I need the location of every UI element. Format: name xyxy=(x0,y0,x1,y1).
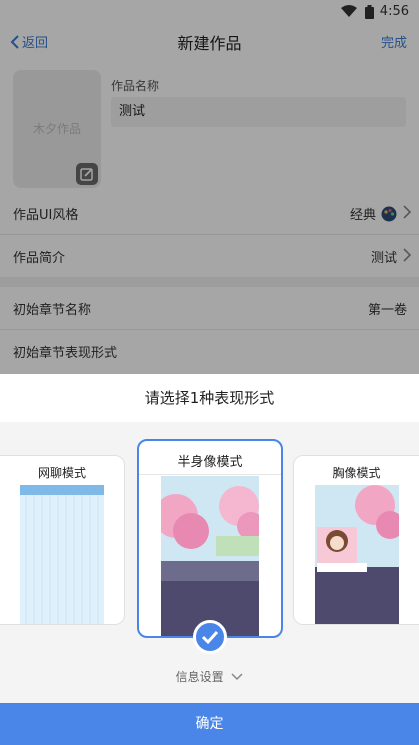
bust-mode-preview xyxy=(315,485,399,624)
mode-label: 半身像模式 xyxy=(177,455,243,470)
selected-check-icon xyxy=(193,620,227,654)
mode-label: 胸像模式 xyxy=(332,466,381,480)
chevron-down-icon xyxy=(231,673,243,681)
mode-label: 网聊模式 xyxy=(37,466,86,480)
confirm-button[interactable]: 确定 xyxy=(0,703,419,745)
divider xyxy=(139,474,281,475)
info-settings-label: 信息设置 xyxy=(175,670,224,684)
mode-card-half-body[interactable]: 半身像模式 xyxy=(137,439,283,638)
chat-mode-preview xyxy=(20,485,104,624)
info-settings-toggle[interactable]: 信息设置 xyxy=(0,668,419,685)
mode-card-chat[interactable]: 网聊模式 xyxy=(0,455,125,625)
sheet-title: 请选择1种表现形式 xyxy=(0,374,419,422)
mode-card-bust[interactable]: 胸像模式 xyxy=(293,455,419,625)
half-body-preview xyxy=(161,476,259,636)
mode-select-sheet: 请选择1种表现形式 网聊模式 半身像模式 胸像模式 信息设置 确定 xyxy=(0,374,419,745)
